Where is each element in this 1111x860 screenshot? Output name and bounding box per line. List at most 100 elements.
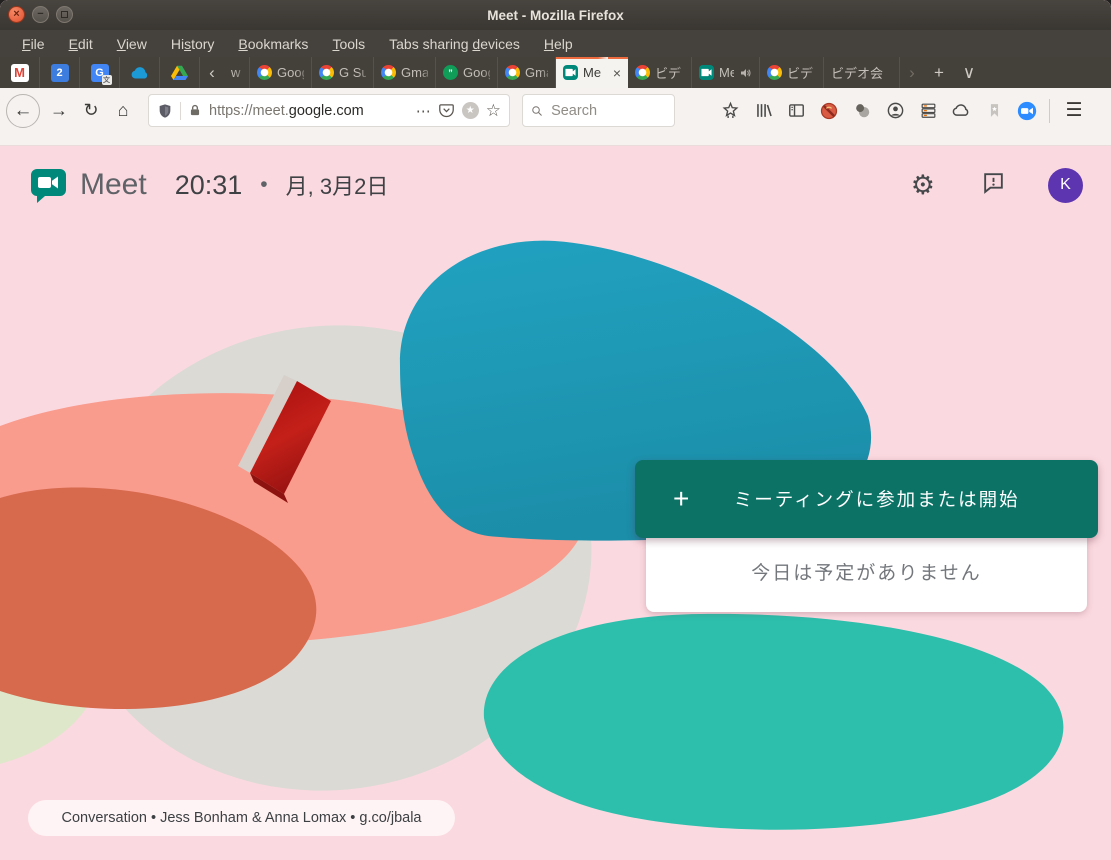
tab-title: Gmai	[525, 65, 548, 80]
tab-title: Gmai	[401, 65, 428, 80]
tracking-protection-shield-icon[interactable]	[157, 103, 173, 119]
account-avatar[interactable]: K	[1048, 168, 1083, 203]
url-bar[interactable]: https://meet.google.com ⋯ ★ ☆	[148, 94, 510, 127]
plus-icon: +	[673, 483, 689, 515]
tab-gsuite[interactable]: G Sui	[312, 57, 374, 88]
menu-help[interactable]: Help	[532, 36, 585, 52]
menu-tabs-sharing-devices[interactable]: Tabs sharing devices	[377, 36, 532, 52]
account-icon[interactable]	[882, 98, 908, 124]
titlebar: × − Meet - Mozilla Firefox	[0, 0, 1111, 30]
search-input[interactable]	[549, 102, 666, 120]
join-or-start-meeting-button[interactable]: + ミーティングに参加または開始	[635, 460, 1098, 538]
google-favicon	[319, 65, 334, 80]
window-close-button[interactable]: ×	[8, 6, 25, 23]
navigation-toolbar: ← → ↻ ⌂ https://meet.google.com ⋯ ★ ☆	[0, 88, 1111, 146]
pinned-tab-translate[interactable]: G文	[80, 57, 120, 88]
tab-google-1[interactable]: Goog	[250, 57, 312, 88]
menu-tools[interactable]: Tools	[320, 36, 377, 52]
back-button[interactable]: ←	[6, 94, 40, 128]
tab-title: ビデオ会	[831, 63, 892, 82]
pinned-tab-calendar[interactable]: 2	[40, 57, 80, 88]
cloud-extension-icon[interactable]	[948, 98, 974, 124]
hangouts-favicon: ”	[443, 65, 458, 80]
translate-icon: G文	[91, 64, 109, 82]
server-list-extension-icon[interactable]	[915, 98, 941, 124]
no-meetings-text: 今日は予定がありません	[751, 558, 981, 585]
tab-title: G Sui	[339, 65, 366, 80]
pocket-icon[interactable]	[438, 102, 455, 119]
pinned-tab-drive[interactable]	[160, 57, 200, 88]
brand-name: Meet	[80, 168, 147, 202]
tab-audio-playing-icon[interactable]	[739, 67, 752, 79]
forward-button[interactable]: →	[44, 96, 74, 126]
zoom-meeting-extension-icon[interactable]	[1014, 98, 1040, 124]
google-favicon	[767, 65, 782, 80]
menu-view[interactable]: View	[105, 36, 159, 52]
new-tab-button[interactable]: +	[924, 57, 954, 88]
meet-favicon	[699, 65, 714, 80]
settings-gear-icon[interactable]: ⚙	[911, 170, 935, 201]
menu-history[interactable]: History	[159, 36, 227, 52]
tab-title: Goog	[277, 65, 304, 80]
page-actions-icon[interactable]: ⋯	[416, 102, 431, 120]
search-icon	[531, 104, 543, 118]
window-maximize-button[interactable]	[56, 6, 73, 23]
menu-bookmarks[interactable]: Bookmarks	[226, 36, 320, 52]
tab-title: Me	[583, 65, 608, 80]
spheres-extension-icon[interactable]	[849, 98, 875, 124]
join-button-label: ミーティングに参加または開始	[689, 486, 1064, 512]
extension-star-icon[interactable]: ★	[462, 102, 479, 119]
tab-overflow-partial[interactable]: w	[224, 57, 250, 88]
divider	[180, 102, 181, 120]
tab-video-conference[interactable]: ビデオ会	[824, 57, 900, 88]
google-drive-icon	[171, 65, 188, 80]
toolbar-divider	[1049, 99, 1050, 123]
tab-meet-audio[interactable]: Me	[692, 57, 760, 88]
firefox-window: × − Meet - Mozilla Firefox File Edit Vie…	[0, 0, 1111, 860]
tab-gmail-2[interactable]: Gmai	[498, 57, 556, 88]
feedback-icon[interactable]	[981, 170, 1006, 200]
artwork-caption: Conversation • Jess Bonham & Anna Lomax …	[28, 800, 455, 836]
meet-logo	[28, 165, 68, 205]
separator-dot: •	[260, 173, 267, 197]
cloud-drive-icon	[130, 66, 149, 80]
tab-list-dropdown[interactable]: ∨	[954, 57, 984, 88]
tab-gmail[interactable]: Gmai	[374, 57, 436, 88]
window-controls: × −	[8, 6, 73, 23]
content-blocker-extension-icon[interactable]	[816, 98, 842, 124]
menu-file[interactable]: File	[10, 36, 57, 52]
url-text[interactable]: https://meet.google.com	[209, 103, 409, 119]
meet-favicon	[563, 65, 578, 80]
tab-title: Goog	[463, 65, 490, 80]
google-favicon	[635, 65, 650, 80]
reload-button[interactable]: ↻	[76, 96, 106, 126]
google-favicon	[505, 65, 520, 80]
tab-scroll-left[interactable]: ‹	[200, 57, 224, 88]
close-tab-icon[interactable]: ×	[613, 65, 621, 81]
current-time: 20:31	[175, 170, 243, 201]
tab-bar: M 2 G文 ‹ w Goog G Sui Gmai ” Goog Gmai Me…	[0, 57, 1111, 88]
tab-title: Me	[719, 65, 734, 80]
menu-edit[interactable]: Edit	[57, 36, 105, 52]
pinned-tab-gmail[interactable]: M	[0, 57, 40, 88]
window-minimize-button[interactable]: −	[32, 6, 49, 23]
extension-icons	[717, 98, 1040, 124]
pinned-tab-cloud[interactable]	[120, 57, 160, 88]
menu-icon[interactable]: ☰	[1059, 99, 1089, 122]
google-favicon	[381, 65, 396, 80]
tab-meet-active[interactable]: Me ×	[556, 57, 628, 88]
bookmark-ribbon-extension-icon[interactable]	[981, 98, 1007, 124]
home-button[interactable]: ⌂	[108, 96, 138, 126]
tab-video-1[interactable]: ビデ	[628, 57, 692, 88]
sidebar-toggle-icon[interactable]	[783, 98, 809, 124]
lock-icon	[188, 103, 202, 118]
tab-hangouts[interactable]: ” Goog	[436, 57, 498, 88]
tab-scroll-right[interactable]: ›	[900, 57, 924, 88]
meet-page: Meet 20:31 • 月, 3月2日 ⚙ K + ミーティングに参加または開…	[0, 146, 1111, 860]
bookmark-star-icon[interactable]: ☆	[486, 101, 501, 121]
google-favicon	[257, 65, 272, 80]
search-bar[interactable]	[522, 94, 675, 127]
star-badge-extension-icon[interactable]	[717, 98, 743, 124]
tab-video-2[interactable]: ビデ	[760, 57, 824, 88]
library-icon[interactable]	[750, 98, 776, 124]
